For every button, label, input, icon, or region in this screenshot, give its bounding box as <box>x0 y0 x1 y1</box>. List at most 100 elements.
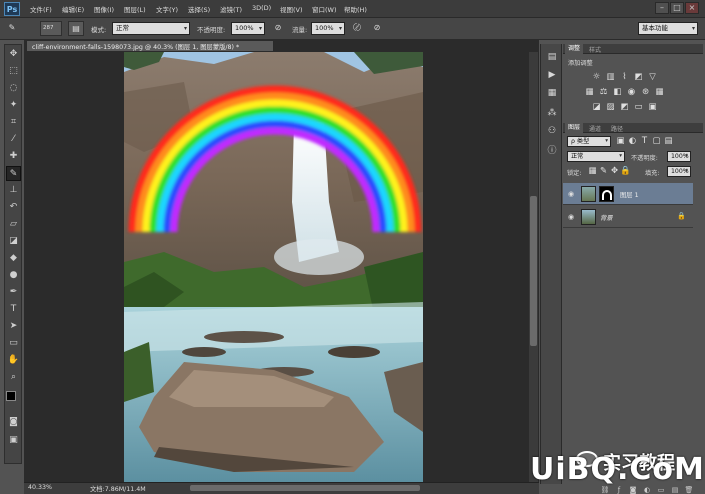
actions-panel-icon[interactable]: ▶ <box>545 68 559 82</box>
eraser-tool-icon[interactable]: ▱ <box>6 217 21 232</box>
pen-tool-icon[interactable]: ✒ <box>6 285 21 300</box>
filter-adjustment-icon[interactable]: ◐ <box>627 136 638 147</box>
link-layers-icon[interactable]: ⛓ <box>600 486 610 494</box>
filter-type-icon[interactable]: T <box>639 136 650 147</box>
blend-mode-select[interactable]: 正常 <box>567 151 625 162</box>
clone-stamp-tool-icon[interactable]: ⊥ <box>6 183 21 198</box>
brush-panel-icon[interactable]: ▤ <box>68 21 84 36</box>
rectangle-tool-icon[interactable]: ▭ <box>6 336 21 351</box>
blur-tool-icon[interactable]: ◆ <box>6 251 21 266</box>
close-button[interactable]: × <box>685 2 699 14</box>
black-white-icon[interactable]: ◧ <box>612 87 623 98</box>
menu-file[interactable]: 文件(F) <box>30 4 52 14</box>
layer-mask-thumbnail[interactable] <box>599 186 614 202</box>
history-brush-tool-icon[interactable]: ↶ <box>6 200 21 215</box>
filter-shape-icon[interactable]: ▢ <box>651 136 662 147</box>
channel-mixer-icon[interactable]: ⊛ <box>640 87 651 98</box>
tab-adjustments[interactable]: 调整 <box>565 44 584 54</box>
filter-pixel-icon[interactable]: ▣ <box>615 136 626 147</box>
hand-tool-icon[interactable]: ✋ <box>6 353 21 368</box>
layer-opacity-input[interactable]: 100% <box>667 151 691 162</box>
clone-source-icon[interactable]: ⚇ <box>545 124 559 138</box>
brush-presets-icon[interactable]: ⁂ <box>545 106 559 120</box>
quick-select-tool-icon[interactable]: ✦ <box>6 98 21 113</box>
lock-position-icon[interactable]: ✥ <box>609 166 620 177</box>
lasso-tool-icon[interactable]: ◌ <box>6 81 21 96</box>
dodge-tool-icon[interactable]: ● <box>6 268 21 283</box>
layer-visibility-eye-icon[interactable]: ◉ <box>566 212 576 222</box>
threshold-icon[interactable]: ◩ <box>619 102 630 113</box>
eyedropper-tool-icon[interactable]: ⁄ <box>6 132 21 147</box>
menu-type[interactable]: 文字(Y) <box>156 4 178 14</box>
fill-input[interactable]: 100% <box>667 166 691 177</box>
swatches-panel-icon[interactable]: ▦ <box>545 86 559 100</box>
menu-layer[interactable]: 图层(L) <box>124 4 146 14</box>
menu-view[interactable]: 视图(V) <box>280 4 303 14</box>
zoom-level[interactable]: 40.33% <box>28 484 52 491</box>
new-group-icon[interactable]: ▭ <box>656 486 666 494</box>
new-layer-icon[interactable]: ▤ <box>670 486 680 494</box>
add-mask-icon[interactable]: ◙ <box>628 486 638 494</box>
curves-icon[interactable]: ⌇ <box>619 72 630 83</box>
levels-icon[interactable]: ▥ <box>605 72 616 83</box>
lock-transparent-icon[interactable]: ▦ <box>587 166 598 177</box>
color-lookup-icon[interactable]: ▦ <box>654 87 665 98</box>
tab-channels[interactable]: 通道 <box>589 124 601 133</box>
menu-edit[interactable]: 编辑(E) <box>62 4 84 14</box>
info-panel-icon[interactable]: ⓘ <box>545 144 559 158</box>
menu-select[interactable]: 选择(S) <box>188 4 210 14</box>
pressure-opacity-icon[interactable]: ⊘ <box>270 21 286 36</box>
menu-3d[interactable]: 3D(D) <box>252 4 271 12</box>
pressure-size-icon[interactable]: ⊘ <box>369 21 385 36</box>
layer-row-layer1[interactable]: ◉ 图层 1 <box>563 183 693 205</box>
brush-tool-preset-icon[interactable]: ✎ <box>4 21 20 36</box>
minimize-button[interactable]: – <box>655 2 669 14</box>
quick-mask-icon[interactable]: ◙ <box>6 415 21 430</box>
invert-icon[interactable]: ◪ <box>591 102 602 113</box>
selective-color-icon[interactable]: ▣ <box>647 102 658 113</box>
menu-filter[interactable]: 滤镜(T) <box>220 4 242 14</box>
layer-name[interactable]: 图层 1 <box>620 190 639 199</box>
screen-mode-icon[interactable]: ▣ <box>6 433 21 448</box>
color-balance-icon[interactable]: ⚖ <box>598 87 609 98</box>
layer-row-background[interactable]: ◉ 背景 🔒 <box>563 206 693 228</box>
foreground-color-swatch[interactable] <box>6 391 16 401</box>
tab-paths[interactable]: 路径 <box>611 124 623 133</box>
hue-saturation-icon[interactable]: ▦ <box>584 87 595 98</box>
vibrance-icon[interactable]: ▽ <box>647 72 658 83</box>
path-selection-tool-icon[interactable]: ➤ <box>6 319 21 334</box>
tab-styles[interactable]: 样式 <box>589 45 601 54</box>
posterize-icon[interactable]: ▨ <box>605 102 616 113</box>
brush-size-picker[interactable]: 287 <box>40 21 62 36</box>
layer-visibility-eye-icon[interactable]: ◉ <box>566 189 576 199</box>
workspace-select[interactable]: 基本功能 <box>638 22 698 35</box>
horizontal-scroll-thumb[interactable] <box>190 485 420 491</box>
vertical-scroll-thumb[interactable] <box>530 196 537 346</box>
move-tool-icon[interactable]: ✥ <box>6 47 21 62</box>
menu-help[interactable]: 帮助(H) <box>344 4 367 14</box>
brush-tool-icon[interactable]: ✎ <box>6 166 21 181</box>
lock-all-icon[interactable]: 🔒 <box>620 166 631 177</box>
menu-window[interactable]: 窗口(W) <box>312 4 337 14</box>
new-adjustment-icon[interactable]: ◐ <box>642 486 652 494</box>
layer-name[interactable]: 背景 <box>600 213 613 222</box>
document-tab[interactable]: cliff-environment-falls-1598073.jpg @ 40… <box>26 40 274 51</box>
mode-select[interactable]: 正常 <box>112 22 190 35</box>
healing-brush-tool-icon[interactable]: ✚ <box>6 149 21 164</box>
brightness-icon[interactable]: ☼ <box>591 72 602 83</box>
exposure-icon[interactable]: ◩ <box>633 72 644 83</box>
tab-layers[interactable]: 图层 <box>565 123 584 133</box>
maximize-button[interactable]: □ <box>670 2 684 14</box>
lock-pixels-icon[interactable]: ✎ <box>598 166 609 177</box>
image-canvas[interactable] <box>124 52 423 484</box>
photo-filter-icon[interactable]: ◉ <box>626 87 637 98</box>
filter-smart-icon[interactable]: ▤ <box>663 136 674 147</box>
history-panel-icon[interactable]: ▤ <box>545 50 559 64</box>
flow-input[interactable]: 100% <box>311 22 345 35</box>
opacity-input[interactable]: 100% <box>231 22 265 35</box>
crop-tool-icon[interactable]: ⌗ <box>6 115 21 130</box>
menu-image[interactable]: 图像(I) <box>94 4 114 14</box>
gradient-map-icon[interactable]: ▭ <box>633 102 644 113</box>
delete-layer-icon[interactable]: 🗑 <box>684 486 694 494</box>
layer-style-icon[interactable]: ƒ <box>614 486 624 494</box>
